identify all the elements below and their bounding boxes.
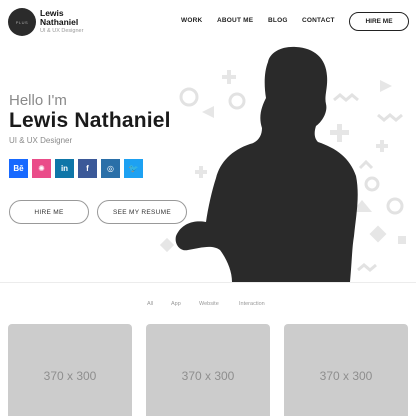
decor-square <box>398 236 406 244</box>
decor-zigzag <box>377 113 403 122</box>
decor-triangle <box>380 80 392 92</box>
filter-all[interactable]: All <box>147 301 153 307</box>
decor-triangle <box>202 106 214 118</box>
portfolio-card[interactable]: 370 x 300 <box>8 324 132 416</box>
behance-icon[interactable]: Bē <box>9 159 28 178</box>
decor-zigzag <box>357 263 377 272</box>
hero-role: UI & UX Designer <box>9 136 73 145</box>
logo[interactable]: PLUS <box>8 8 36 36</box>
decor-plus <box>376 144 388 148</box>
twitter-icon[interactable]: 🐦 <box>124 159 143 178</box>
decor-square <box>159 237 175 253</box>
see-my-resume-button[interactable]: SEE MY RESUME <box>97 200 187 224</box>
decor-zigzag <box>333 93 359 102</box>
hero-greeting: Hello I'm <box>9 92 67 109</box>
header-hire-me-button[interactable]: HIRE ME <box>349 12 409 31</box>
filter-app[interactable]: App <box>171 301 181 307</box>
card-placeholder-label: 370 x 300 <box>43 369 97 383</box>
nav-item-about-me[interactable]: ABOUT ME <box>217 17 253 24</box>
brand-name[interactable]: Lewis Nathaniel <box>40 9 100 27</box>
card-placeholder-label: 370 x 300 <box>181 369 235 383</box>
section-divider <box>0 282 416 283</box>
portfolio-card[interactable]: 370 x 300 <box>146 324 270 416</box>
decor-square <box>369 225 387 243</box>
person-silhouette <box>175 46 358 282</box>
decor-circle <box>386 197 404 215</box>
instagram-icon[interactable]: ◎ <box>101 159 120 178</box>
filter-website[interactable]: Website <box>199 301 219 307</box>
filter-interaction[interactable]: Interaction <box>239 301 265 307</box>
social-links: Bē ✺ in f ◎ 🐦 <box>9 159 143 178</box>
hero-hire-me-button[interactable]: HIRE ME <box>9 200 89 224</box>
decor-plus <box>195 170 207 174</box>
nav-item-blog[interactable]: BLOG <box>268 17 288 24</box>
decor-circle <box>179 87 199 107</box>
brand-subtitle: UI & UX Designer <box>40 28 84 34</box>
decor-circle <box>228 92 246 110</box>
nav-item-contact[interactable]: CONTACT <box>302 17 335 24</box>
facebook-icon[interactable]: f <box>78 159 97 178</box>
hero-name: Lewis Nathaniel <box>9 109 171 132</box>
site-header: PLUS Lewis Nathaniel UI & UX Designer WO… <box>0 0 416 44</box>
nav-item-work[interactable]: WORK <box>181 17 202 24</box>
decor-circle <box>364 176 380 192</box>
decor-plus <box>222 75 236 79</box>
decor-plus <box>330 130 349 135</box>
decor-zigzag <box>358 159 374 170</box>
card-placeholder-label: 370 x 300 <box>319 369 373 383</box>
dribbble-icon[interactable]: ✺ <box>32 159 51 178</box>
portfolio-card[interactable]: 370 x 300 <box>284 324 408 416</box>
logo-text: PLUS <box>15 19 29 25</box>
linkedin-icon[interactable]: in <box>55 159 74 178</box>
